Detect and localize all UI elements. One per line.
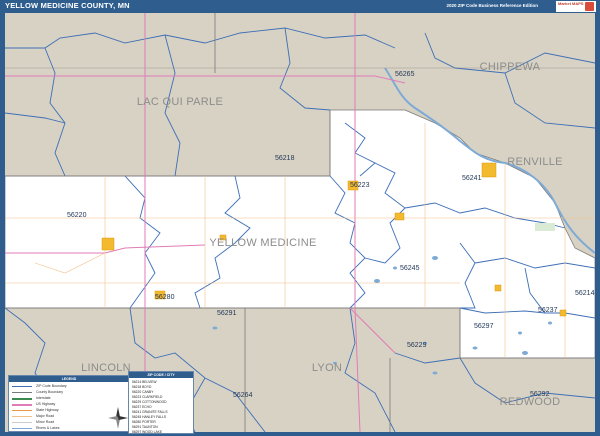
legend-row: Major Road (36, 414, 55, 418)
zip-label-56241: 56241 (462, 175, 482, 182)
zip-label-56223: 56223 (350, 182, 370, 189)
legend-swatch-interstate (12, 398, 32, 400)
logo-text: Market MAPS (558, 1, 584, 6)
zip-legend-row: 56241 GRANITE FALLS (132, 410, 168, 414)
zip-label-56297: 56297 (474, 323, 494, 330)
publisher-logo: Market MAPS (556, 1, 596, 12)
legend-swatch-us-highway (12, 404, 32, 406)
zip-legend-row: 56220 CANBY (132, 390, 154, 394)
region-label-renville: RENVILLE (507, 156, 563, 168)
zip-legend-row: 56223 CLARKFIELD (132, 395, 163, 399)
legend-row: ZIP Code Boundary (36, 384, 67, 388)
region-label-lincoln: LINCOLN (81, 362, 131, 374)
zip-legend-row: 56229 COTTONWOOD (132, 400, 167, 404)
zip-label-56214: 56214 (575, 290, 595, 297)
park-area (535, 223, 555, 231)
map-svg: LAC QUI PARLE CHIPPEWA RENVILLE YELLOW M… (5, 13, 595, 432)
zip-legend-row: 56245 HANLEY FALLS (132, 415, 167, 419)
legend-swatch-state-highway (12, 410, 32, 411)
legend-title: LEGEND (9, 376, 129, 382)
header-bar: YELLOW MEDICINE COUNTY, MN 2020 ZIP Code… (0, 0, 600, 13)
zip-legend-row: 56214 BELVIEW (132, 380, 157, 384)
zip-legend-row: 56237 ECHO (132, 405, 152, 409)
zip-legend-row: 56280 PORTER (132, 420, 156, 424)
zip-legend-row: 56291 TAUNTON (132, 425, 158, 429)
zip-label-56265: 56265 (395, 71, 415, 78)
map-title: YELLOW MEDICINE COUNTY, MN (5, 1, 130, 10)
zip-label-56292: 56292 (530, 391, 550, 398)
legend-swatch-county (12, 392, 32, 393)
legend-swatch-major-road (12, 416, 32, 417)
zip-legend-title: ZIP CODE / CITY (129, 372, 193, 378)
legend-swatch-zip (12, 386, 32, 387)
region-label-chippewa: CHIPPEWA (480, 61, 541, 73)
region-label-lyon: LYON (312, 362, 342, 374)
zip-label-56291: 56291 (217, 310, 237, 317)
region-label-yellow-medicine: YELLOW MEDICINE (209, 237, 316, 249)
zip-city-legend: ZIP CODE / CITY 56214 BELVIEW 56218 BOYD… (128, 371, 194, 434)
zip-label-56237: 56237 (538, 307, 558, 314)
zip-legend-row: 56297 WOOD LAKE (132, 430, 163, 434)
legend-row: US Highway (36, 402, 56, 406)
map-canvas[interactable]: LAC QUI PARLE CHIPPEWA RENVILLE YELLOW M… (5, 13, 595, 432)
region-label-lac-qui-parle: LAC QUI PARLE (137, 96, 223, 108)
edition-subtitle: 2020 ZIP Code Business Reference Edition (446, 3, 538, 8)
zip-legend-row: 56218 BOYD (132, 385, 152, 389)
legend-row: Minor Road (36, 420, 55, 424)
legend-row: Rivers & Lakes (36, 426, 60, 430)
logo-mark-icon (585, 2, 594, 11)
legend-swatch-minor-road (12, 422, 32, 423)
zip-label-56264: 56264 (233, 392, 253, 399)
legend-row: State Highway (36, 408, 59, 412)
zip-label-56280: 56280 (155, 294, 175, 301)
zip-label-56220: 56220 (67, 212, 87, 219)
legend-row: Interstate (36, 396, 51, 400)
zip-label-56229: 56229 (407, 342, 427, 349)
legend-swatch-water (12, 428, 32, 429)
compass-rose-icon (108, 407, 128, 429)
zip-label-56245: 56245 (400, 265, 420, 272)
zip-label-56218: 56218 (275, 155, 295, 162)
legend-row: County Boundary (36, 390, 64, 394)
